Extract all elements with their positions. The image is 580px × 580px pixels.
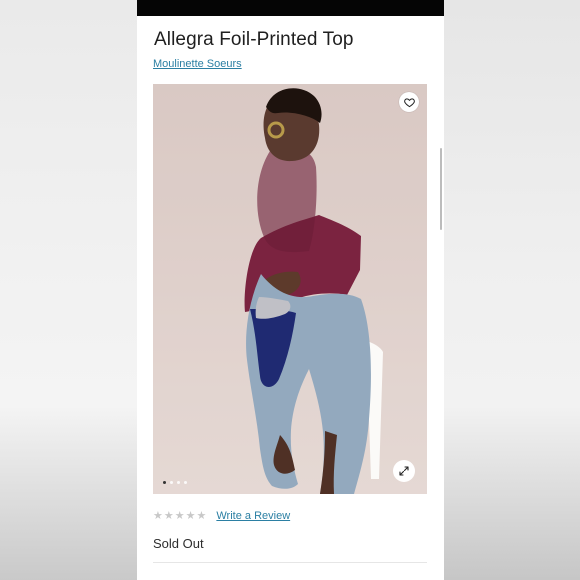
divider: [153, 562, 427, 563]
rating-row: ★ ★ ★ ★ ★ Write a Review: [153, 510, 290, 522]
status-bar: [137, 0, 444, 16]
heart-icon: [403, 97, 415, 107]
product-image[interactable]: [153, 84, 427, 494]
background-left: [0, 0, 137, 580]
wishlist-button[interactable]: [399, 92, 419, 112]
brand-link[interactable]: Moulinette Soeurs: [153, 58, 242, 70]
gallery-dot[interactable]: [170, 481, 173, 484]
star-rating: ★ ★ ★ ★ ★: [153, 509, 207, 522]
zoom-button[interactable]: [393, 460, 415, 482]
star-icon: ★: [185, 509, 196, 522]
star-icon: ★: [174, 509, 185, 522]
write-review-link[interactable]: Write a Review: [216, 510, 290, 522]
gallery-dot[interactable]: [177, 481, 180, 484]
gallery-dot[interactable]: [184, 481, 187, 484]
background-right: [444, 0, 580, 580]
gallery-pagination[interactable]: [163, 481, 187, 484]
star-icon: ★: [163, 509, 174, 522]
availability-status: Sold Out: [153, 536, 204, 551]
star-icon: ★: [196, 509, 207, 522]
gallery-dot[interactable]: [163, 481, 166, 484]
scrollbar[interactable]: [440, 148, 442, 230]
expand-icon: [399, 466, 409, 476]
mobile-product-page: Allegra Foil-Printed Top Moulinette Soeu…: [137, 0, 444, 580]
star-icon: ★: [153, 509, 163, 522]
model-photo: [153, 84, 427, 494]
product-title: Allegra Foil-Printed Top: [154, 29, 354, 50]
